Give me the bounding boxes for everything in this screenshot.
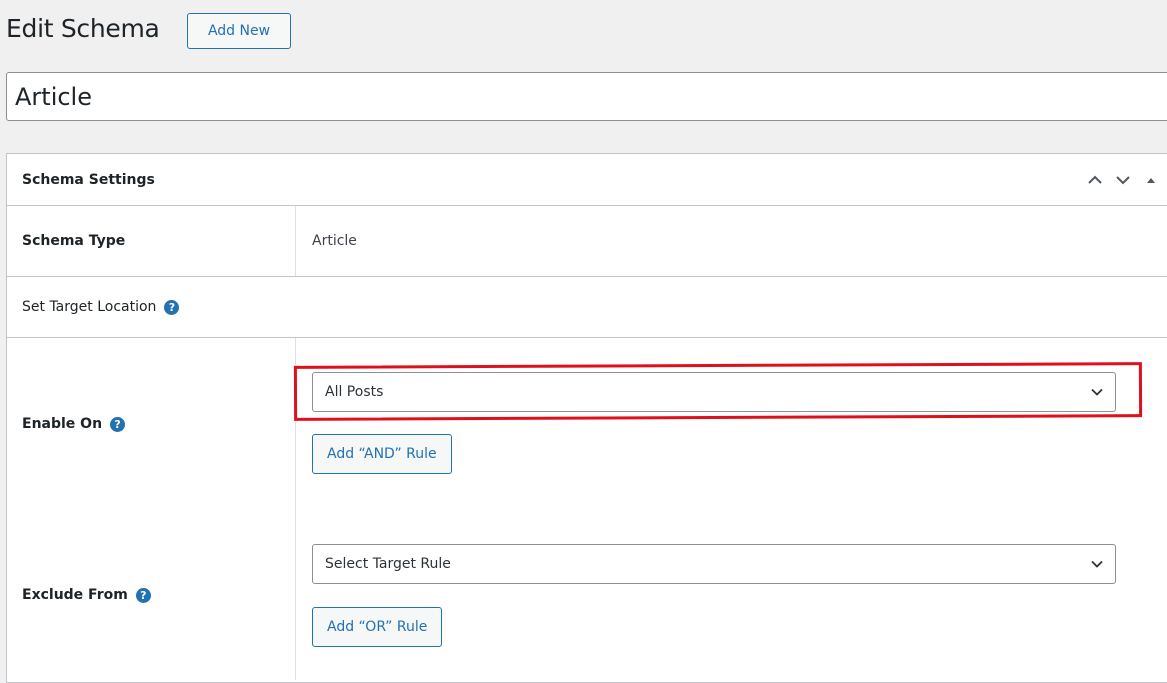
- chevron-up-icon: [1088, 175, 1102, 184]
- help-icon[interactable]: ?: [164, 299, 180, 315]
- metabox-title: Schema Settings: [22, 171, 155, 188]
- chevron-down-icon: [1091, 388, 1103, 396]
- add-and-rule-button[interactable]: Add “AND” Rule: [312, 434, 452, 474]
- add-new-button[interactable]: Add New: [187, 13, 291, 49]
- help-icon[interactable]: ?: [110, 416, 126, 432]
- enable-on-selected-value: All Posts: [325, 384, 384, 400]
- exclude-from-select[interactable]: Select Target Rule: [312, 544, 1116, 584]
- page-title: Edit Schema: [6, 14, 160, 43]
- chevron-down-icon: [1091, 560, 1103, 568]
- schema-type-row: Schema Type Article: [7, 206, 1167, 277]
- help-icon[interactable]: ?: [135, 587, 151, 603]
- schema-type-value: Article: [312, 233, 357, 249]
- metabox-header: Schema Settings: [7, 154, 1167, 206]
- exclude-from-selected-value: Select Target Rule: [325, 556, 451, 572]
- chevron-down-icon: [1116, 175, 1130, 184]
- exclude-from-label: Exclude From: [22, 587, 128, 603]
- triangle-up-icon: [1147, 177, 1155, 183]
- metabox-handle-actions: [1081, 166, 1165, 194]
- move-up-button[interactable]: [1081, 166, 1109, 194]
- schema-type-label: Schema Type: [22, 233, 126, 249]
- add-or-rule-button[interactable]: Add “OR” Rule: [312, 607, 443, 647]
- schema-settings-metabox: Schema Settings Schema Type Article Set …: [6, 153, 1167, 683]
- enable-on-row: Enable On ? All Posts Add “AND” Rule: [7, 338, 1167, 510]
- target-location-row: Set Target Location ?: [7, 277, 1167, 338]
- post-title-input[interactable]: [6, 72, 1167, 121]
- enable-on-select[interactable]: All Posts: [312, 372, 1116, 412]
- move-down-button[interactable]: [1109, 166, 1137, 194]
- toggle-panel-button[interactable]: [1137, 166, 1165, 194]
- exclude-from-row: Exclude From ? Select Target Rule Add “O…: [7, 510, 1167, 680]
- enable-on-label: Enable On: [22, 416, 103, 432]
- target-location-label: Set Target Location: [22, 299, 157, 315]
